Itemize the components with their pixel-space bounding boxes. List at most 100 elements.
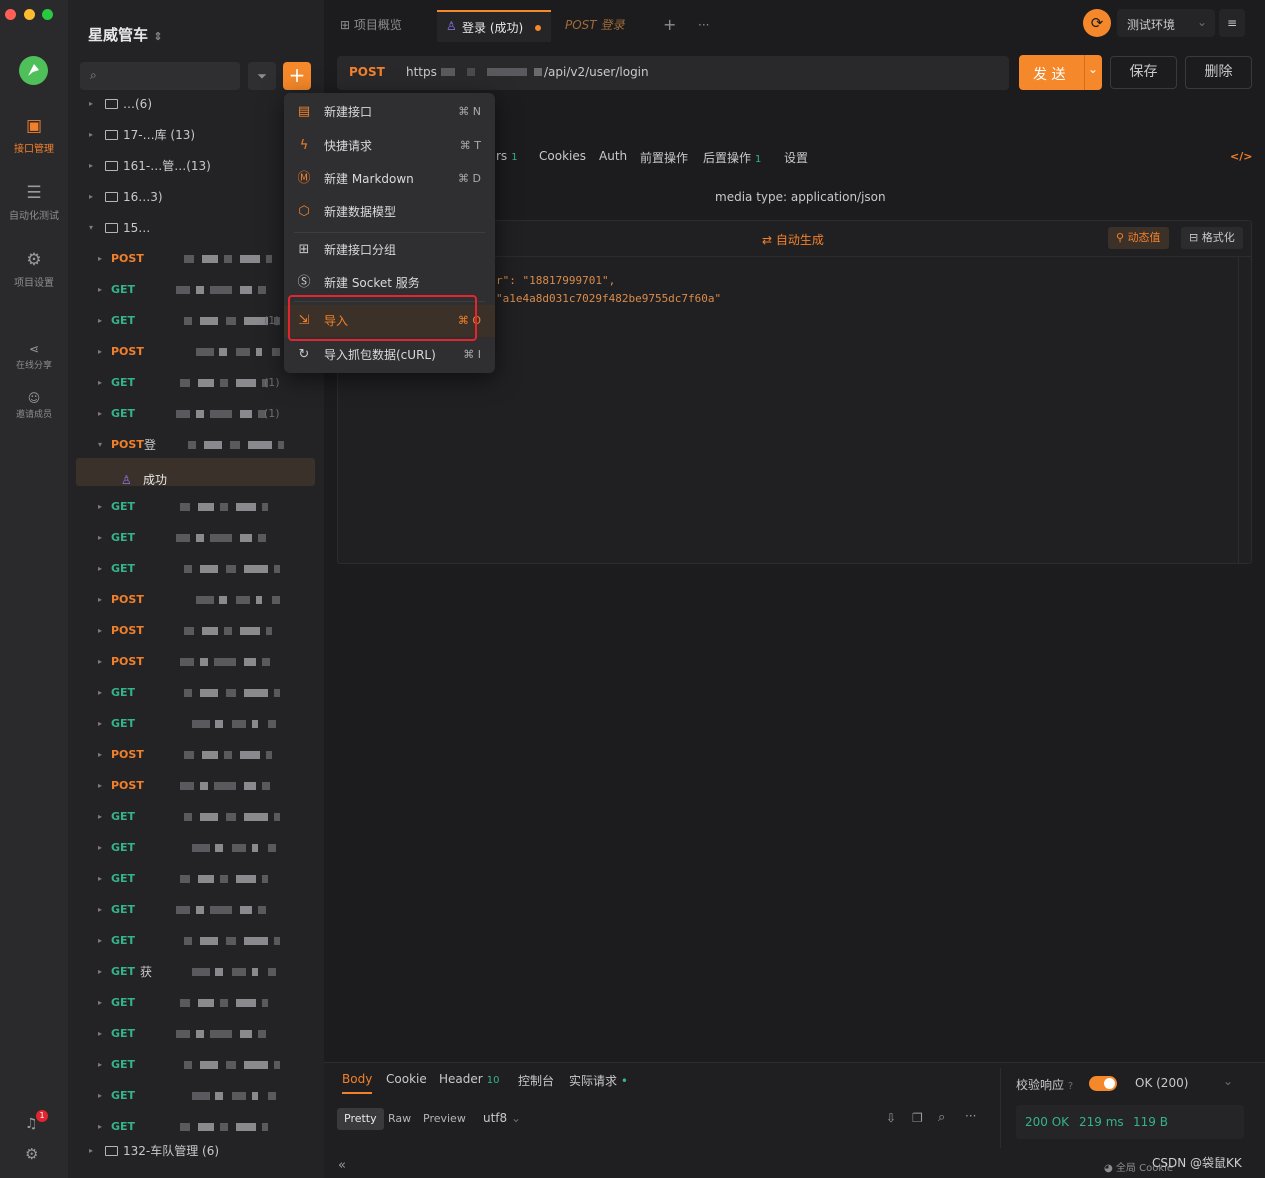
tab-post-ops[interactable]: 后置操作 1	[703, 149, 761, 166]
menu-item-new-markdown[interactable]: Ⓜ 新建 Markdown ⌘ D	[284, 163, 495, 195]
rail-item-settings[interactable]: ⚙ 项目设置	[0, 250, 68, 289]
tree-api-item[interactable]: ▸ POST	[68, 651, 324, 673]
caret-right-icon[interactable]: ▸	[89, 1140, 93, 1162]
caret-right-icon[interactable]: ▸	[98, 1054, 102, 1076]
env-select[interactable]: 测试环境 ⌄	[1117, 9, 1215, 37]
menu-item-quick-request[interactable]: ϟ 快捷请求 ⌘ T	[284, 130, 495, 162]
tree-api-item[interactable]: ▸ GET	[68, 1085, 324, 1107]
tree-api-item[interactable]: ▸ POST	[68, 620, 324, 642]
tab-auth[interactable]: Auth	[599, 149, 627, 163]
menu-item-new-model[interactable]: ⬡ 新建数据模型	[284, 196, 495, 228]
validate-toggle[interactable]	[1089, 1076, 1117, 1091]
tree-api-item[interactable]: ▸ GET 获	[68, 961, 324, 983]
tab-login-success[interactable]: ♙ 登录 (成功)	[437, 10, 551, 42]
editor-scrollbar[interactable]	[1238, 257, 1239, 563]
caret-right-icon[interactable]: ▸	[98, 651, 102, 673]
code-icon[interactable]: </>	[1230, 150, 1252, 163]
caret-right-icon[interactable]: ▸	[89, 93, 93, 115]
tab-settings[interactable]: 设置	[784, 149, 808, 166]
caret-down-icon[interactable]: ▾	[98, 434, 102, 456]
gear-icon[interactable]: ⚙	[25, 1145, 38, 1163]
caret-right-icon[interactable]: ▸	[98, 775, 102, 797]
caret-right-icon[interactable]: ▸	[98, 341, 102, 363]
send-button[interactable]: 发 送 ⌄	[1019, 55, 1102, 90]
chevron-down-icon[interactable]: ⌄	[1223, 1074, 1233, 1088]
dynamic-value-button[interactable]: ⚲ 动态值	[1108, 227, 1169, 249]
tree-api-item[interactable]: ▸ GET	[68, 558, 324, 580]
tree-api-item[interactable]: ▸ GET	[68, 930, 324, 952]
maximize-window-button[interactable]	[42, 9, 53, 20]
pretty-button[interactable]: Pretty	[337, 1108, 384, 1130]
resp-tab-cookie[interactable]: Cookie	[386, 1072, 427, 1086]
rail-item-invite[interactable]: ☺ 邀请成员	[0, 391, 68, 420]
caret-right-icon[interactable]: ▸	[89, 155, 93, 177]
rail-item-share[interactable]: ⋖ 在线分享	[0, 342, 68, 371]
sync-icon[interactable]: ⟳	[1083, 9, 1111, 37]
close-window-button[interactable]	[5, 9, 16, 20]
tab-cookies[interactable]: Cookies	[539, 149, 586, 163]
delete-button[interactable]: 删除	[1185, 56, 1252, 89]
caret-right-icon[interactable]: ▸	[98, 899, 102, 921]
ellipsis-icon[interactable]: ···	[965, 1109, 976, 1123]
menu-item-import-curl[interactable]: ↻ 导入抓包数据(cURL) ⌘ I	[284, 339, 495, 371]
tree-api-item[interactable]: ▸ GET (1)	[68, 403, 324, 425]
caret-right-icon[interactable]: ▸	[98, 837, 102, 859]
auto-generate-button[interactable]: ⇄ 自动生成	[762, 231, 824, 248]
tab-params[interactable]: rs 1	[496, 149, 518, 163]
caret-right-icon[interactable]: ▸	[98, 1023, 102, 1045]
collapse-icon[interactable]: «	[338, 1158, 346, 1173]
tree-api-item[interactable]: ▸ GET	[68, 868, 324, 890]
tree-api-item[interactable]: ▸ GET	[68, 992, 324, 1014]
caret-right-icon[interactable]: ▸	[98, 558, 102, 580]
caret-right-icon[interactable]: ▸	[89, 124, 93, 146]
resp-tab-actual-request[interactable]: 实际请求 •	[569, 1072, 628, 1089]
minimize-window-button[interactable]	[24, 9, 35, 20]
rail-item-api[interactable]: ▣ 接口管理	[0, 116, 68, 155]
new-tab-button[interactable]: +	[663, 10, 676, 40]
search-icon[interactable]: ⌕	[938, 1110, 945, 1125]
caret-right-icon[interactable]: ▸	[98, 279, 102, 301]
format-button[interactable]: ⊟ 格式化	[1181, 227, 1243, 249]
caret-right-icon[interactable]: ▸	[98, 372, 102, 394]
copy-icon[interactable]: ❐	[912, 1111, 923, 1125]
tree-api-item[interactable]: ▸ GET	[68, 713, 324, 735]
tree-api-item[interactable]: ▸ GET	[68, 527, 324, 549]
caret-right-icon[interactable]: ▸	[98, 496, 102, 518]
caret-right-icon[interactable]: ▸	[98, 248, 102, 270]
menu-button[interactable]: ≡	[1219, 9, 1245, 37]
tab-pre-ops[interactable]: 前置操作	[640, 149, 688, 166]
caret-right-icon[interactable]: ▸	[98, 713, 102, 735]
tree-api-item[interactable]: ▸ GET	[68, 1023, 324, 1045]
caret-right-icon[interactable]: ▸	[98, 1085, 102, 1107]
caret-right-icon[interactable]: ▸	[98, 868, 102, 890]
caret-right-icon[interactable]: ▸	[98, 620, 102, 642]
tree-api-item[interactable]: ▸ POST	[68, 744, 324, 766]
validate-select[interactable]: OK (200)	[1135, 1076, 1188, 1090]
tree-api-item[interactable]: ▸ GET	[68, 837, 324, 859]
tree-api-item[interactable]: ▾ POST 登	[68, 434, 324, 456]
tree-api-item[interactable]: ▸ GET	[68, 806, 324, 828]
caret-right-icon[interactable]: ▸	[98, 930, 102, 952]
resp-tab-body[interactable]: Body	[342, 1072, 372, 1086]
tree-folder[interactable]: ▸ 132-车队管理 (6)	[68, 1140, 324, 1162]
caret-right-icon[interactable]: ▸	[98, 527, 102, 549]
caret-right-icon[interactable]: ▸	[98, 961, 102, 983]
download-icon[interactable]: ⇩	[886, 1111, 896, 1125]
save-button[interactable]: 保存	[1110, 56, 1177, 89]
tree-api-item[interactable]: ▸ GET	[68, 496, 324, 518]
resp-tab-header[interactable]: Header 10	[439, 1072, 499, 1086]
tree-api-item[interactable]: ▸ GET	[68, 1116, 324, 1138]
tree-api-item[interactable]: ▸ GET	[68, 899, 324, 921]
caret-right-icon[interactable]: ▸	[98, 589, 102, 611]
tree-api-item[interactable]: ▸ POST	[68, 589, 324, 611]
raw-button[interactable]: Raw	[381, 1108, 418, 1130]
tree-api-item[interactable]: ▸ GET (1)	[68, 372, 324, 394]
encoding-select[interactable]: utf8 ⌄	[483, 1111, 521, 1125]
caret-right-icon[interactable]: ▸	[89, 186, 93, 208]
rail-item-automation[interactable]: ☰ 自动化测试	[0, 183, 68, 222]
caret-right-icon[interactable]: ▸	[98, 992, 102, 1014]
tree-case-item[interactable]: ♙ 成功	[68, 469, 324, 491]
url-bar[interactable]: POST https /api/v2/user/login	[337, 56, 1009, 90]
tab-overview[interactable]: ⊞ 项目概览	[340, 10, 402, 40]
caret-right-icon[interactable]: ▸	[98, 1116, 102, 1138]
